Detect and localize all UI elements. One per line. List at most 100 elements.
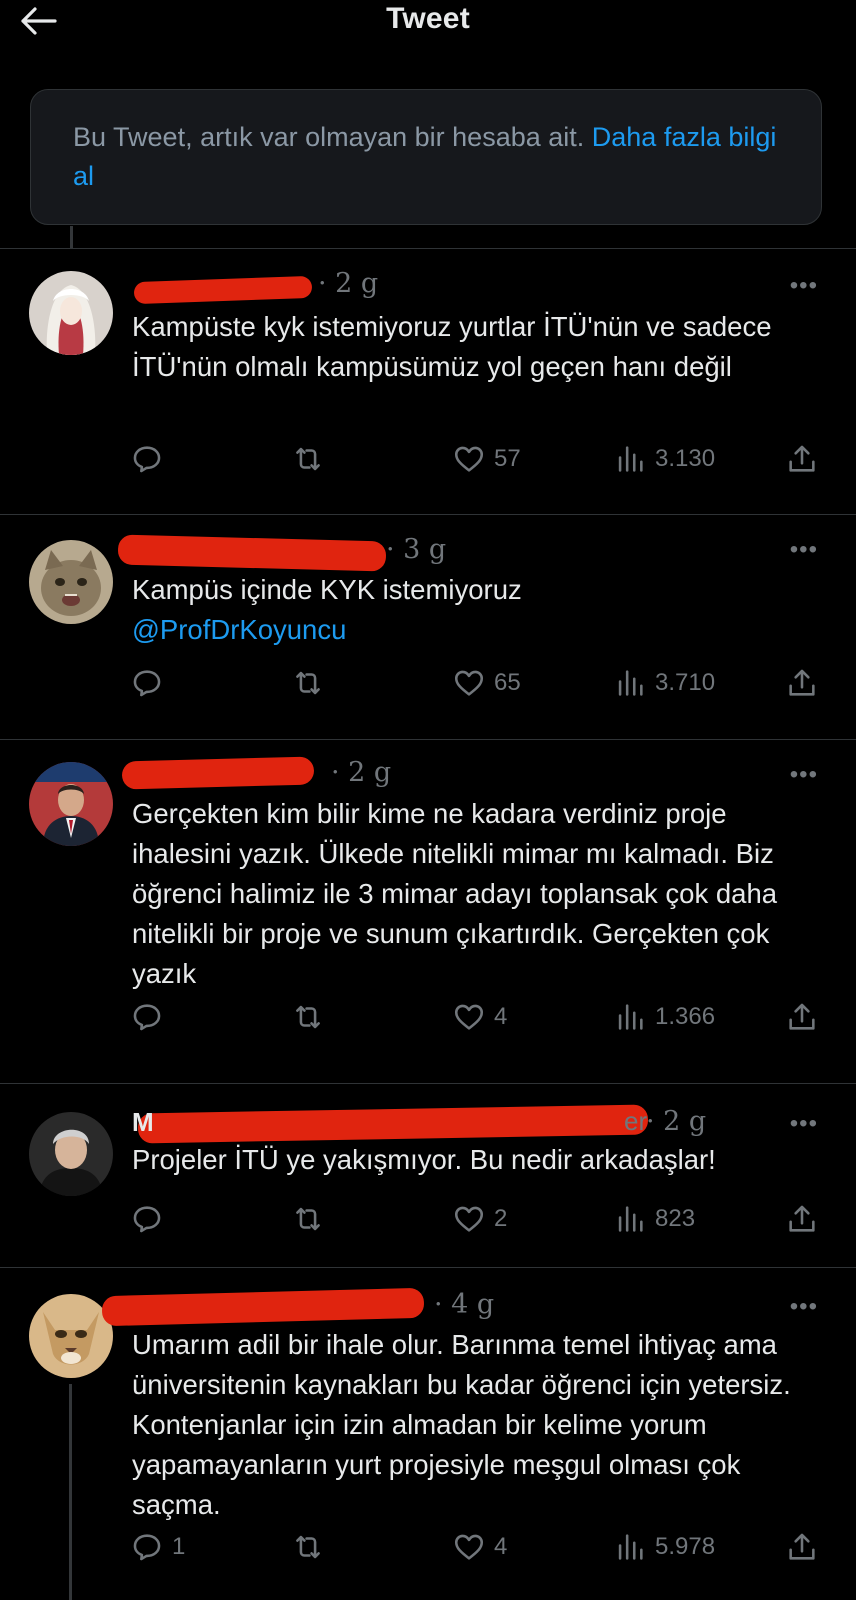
avatar[interactable] — [29, 271, 113, 355]
redaction-mark — [101, 1287, 425, 1327]
retweet-icon — [296, 447, 320, 471]
action-bar: 65 3.710 — [0, 663, 856, 703]
reply-time[interactable]: · 4 g — [434, 1289, 494, 1320]
author-name[interactable]: M — [132, 1107, 154, 1138]
views-icon — [618, 446, 643, 472]
retweet-button[interactable] — [291, 439, 325, 479]
reply-tweet[interactable]: · 2 g ••• Gerçekten kim bilir kime ne ka… — [0, 740, 856, 1083]
reply-text: Gerçekten kim bilir kime ne kadara verdi… — [132, 798, 778, 989]
share-button[interactable] — [785, 663, 819, 703]
more-options-button[interactable]: ••• — [790, 1295, 818, 1319]
reply-header: · 4 g — [101, 1287, 782, 1327]
views-button[interactable]: 823 — [613, 1199, 695, 1239]
like-count: 2 — [494, 1205, 508, 1232]
action-bar: 57 3.130 — [0, 439, 856, 479]
share-icon — [789, 1003, 815, 1030]
more-options-button[interactable]: ••• — [790, 763, 818, 787]
author-handle[interactable]: er — [624, 1106, 647, 1137]
reply-tweet[interactable]: · 2 g ••• Kampüste kyk istemiyoruz yurtl… — [0, 249, 856, 514]
views-count: 3.710 — [655, 669, 716, 696]
like-count: 4 — [494, 1533, 508, 1560]
thread-connector — [69, 1384, 72, 1600]
like-count: 65 — [494, 669, 521, 696]
views-button[interactable]: 3.130 — [613, 439, 715, 479]
views-icon — [618, 670, 643, 696]
retweet-icon — [296, 671, 320, 695]
reply-tweet[interactable]: M er · 2 g ••• Projeler İTÜ ye yakışmıyo… — [0, 1084, 856, 1267]
avatar[interactable] — [29, 1294, 113, 1378]
views-button[interactable]: 5.978 — [613, 1527, 715, 1567]
reply-header: · 2 g — [132, 267, 782, 305]
retweet-button[interactable] — [291, 1199, 325, 1239]
views-count: 3.130 — [655, 445, 716, 472]
deleted-account-notice: Bu Tweet, artık var olmayan bir hesaba a… — [30, 89, 822, 225]
reply-button[interactable] — [130, 1199, 172, 1239]
share-icon — [789, 445, 815, 472]
like-button[interactable]: 4 — [452, 1527, 507, 1567]
share-icon — [789, 669, 815, 696]
notice-text: Bu Tweet, artık var olmayan bir hesaba a… — [73, 122, 585, 152]
share-button[interactable] — [785, 439, 819, 479]
like-count: 57 — [494, 445, 521, 472]
heart-icon — [454, 670, 484, 696]
like-button[interactable]: 65 — [452, 663, 521, 703]
reply-time[interactable]: · 2 g — [318, 268, 378, 299]
reply-header: M er · 2 g — [132, 1104, 782, 1144]
share-button[interactable] — [785, 1527, 819, 1567]
more-options-button[interactable]: ••• — [790, 538, 818, 562]
reply-header: · 2 g — [121, 756, 782, 790]
reply-button[interactable]: 1 — [130, 1527, 185, 1567]
heart-icon — [454, 1004, 484, 1030]
avatar[interactable] — [29, 540, 113, 624]
reply-text-body: Kampüs içinde KYK istemiyoruz — [132, 574, 522, 605]
views-icon — [618, 1534, 643, 1560]
heart-icon — [454, 1206, 484, 1232]
reply-button[interactable] — [130, 997, 172, 1037]
views-button[interactable]: 1.366 — [613, 997, 715, 1037]
reply-time[interactable]: · 2 g — [646, 1106, 706, 1137]
retweet-button[interactable] — [291, 1527, 325, 1567]
reply-button[interactable] — [130, 439, 172, 479]
redaction-mark — [121, 756, 315, 790]
retweet-button[interactable] — [291, 663, 325, 703]
redaction-mark — [117, 534, 387, 572]
share-button[interactable] — [785, 1199, 819, 1239]
reply-icon — [133, 1004, 161, 1031]
views-button[interactable]: 3.710 — [613, 663, 715, 703]
redaction-mark — [133, 275, 313, 305]
views-count: 5.978 — [655, 1533, 716, 1560]
mention-link[interactable]: @ProfDrKoyuncu — [132, 610, 832, 650]
reply-text: Kampüs içinde KYK istemiyoruz @ProfDrKoy… — [132, 570, 832, 650]
action-bar: 2 823 — [0, 1199, 856, 1239]
avatar[interactable] — [29, 762, 113, 846]
views-icon — [618, 1206, 643, 1232]
avatar[interactable] — [29, 1112, 113, 1196]
thread-connector — [70, 226, 73, 248]
reply-tweet[interactable]: · 4 g ••• Umarım adil bir ihale olur. Ba… — [0, 1268, 856, 1600]
like-button[interactable]: 2 — [452, 1199, 507, 1239]
reply-header: · 3 g — [117, 533, 782, 572]
like-button[interactable]: 4 — [452, 997, 507, 1037]
reply-time[interactable]: · 3 g — [386, 534, 446, 565]
reply-icon — [133, 1206, 161, 1233]
page-title: Tweet — [386, 2, 470, 35]
like-button[interactable]: 57 — [452, 439, 521, 479]
share-icon — [789, 1205, 815, 1232]
reply-tweet[interactable]: · 3 g ••• Kampüs içinde KYK istemiyoruz … — [0, 515, 856, 739]
reply-icon — [133, 446, 161, 473]
more-options-button[interactable]: ••• — [790, 1112, 818, 1136]
share-button[interactable] — [785, 997, 819, 1037]
reply-text: Umarım adil bir ihale olur. Barınma teme… — [132, 1329, 791, 1520]
action-bar: 1 4 5.978 — [0, 1527, 856, 1567]
reply-time[interactable]: · 2 g — [331, 757, 391, 788]
share-icon — [789, 1533, 815, 1560]
retweet-button[interactable] — [291, 997, 325, 1037]
more-options-button[interactable]: ••• — [790, 274, 818, 298]
retweet-icon — [296, 1207, 320, 1231]
reply-button[interactable] — [130, 663, 172, 703]
views-icon — [618, 1004, 643, 1030]
heart-icon — [454, 446, 484, 472]
top-bar: Tweet — [0, 0, 856, 62]
heart-icon — [454, 1534, 484, 1560]
reply-count: 1 — [172, 1533, 186, 1560]
